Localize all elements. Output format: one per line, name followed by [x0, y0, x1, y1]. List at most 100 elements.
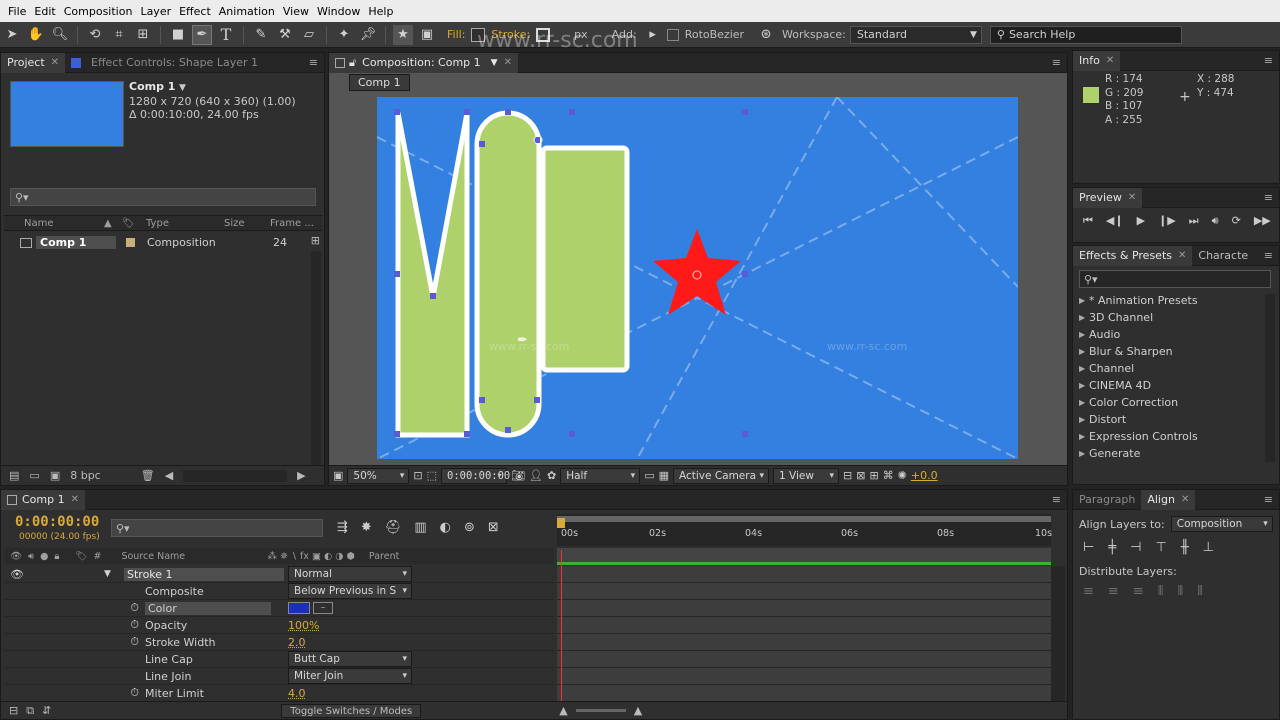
gamepad-icon[interactable]: ⊛ [756, 25, 776, 45]
track-area[interactable] [557, 566, 1051, 702]
effects-item[interactable]: ▶ CINEMA 4D [1079, 377, 1279, 394]
work-area-bar[interactable] [557, 516, 1051, 522]
property-row-stroke[interactable]: 👁︎ ▼ Stroke 1 Normal [4, 566, 554, 583]
project-item-comp1[interactable]: Comp 1 Composition 24 [4, 234, 309, 251]
close-icon[interactable]: ✕ [504, 57, 512, 68]
expand-triangle-icon[interactable]: ▶ [1079, 398, 1089, 407]
property-row-composite[interactable]: Composite Below Previous in S [4, 583, 554, 600]
rotobezier-checkbox[interactable] [666, 28, 679, 41]
show-snapshot-icon[interactable]: 👤︎ [529, 469, 543, 482]
tab-paragraph[interactable]: Paragraph [1073, 490, 1141, 510]
pan-behind-tool-icon[interactable]: ⊞ [133, 25, 153, 45]
col-name[interactable]: Name [4, 218, 104, 229]
menu-composition[interactable]: Composition [60, 5, 137, 18]
panel-menu-icon[interactable]: ≡ [1264, 191, 1273, 204]
first-frame-icon[interactable]: ⏮ [1083, 214, 1093, 228]
distribute-bottom-icon[interactable]: ≡ [1133, 584, 1144, 599]
comp-timecode[interactable]: 0:00:00:00 [441, 467, 510, 484]
menu-edit[interactable]: Edit [30, 5, 59, 18]
camera-tool-icon[interactable]: ⌗ [109, 25, 129, 45]
tab-project[interactable]: Project ✕ [1, 52, 66, 73]
distribute-top-icon[interactable]: ≡ [1083, 584, 1094, 599]
fast-preview-icon[interactable]: ⊠ [856, 469, 865, 482]
add-arrow-icon[interactable]: ▸ [643, 25, 663, 45]
zoom-in-icon[interactable]: ▲ [634, 704, 642, 717]
composite-dropdown[interactable]: Below Previous in S [288, 583, 412, 599]
stopwatch-icon[interactable]: ⏱︎ [4, 601, 145, 615]
interpret-footage-icon[interactable]: ▤ [9, 469, 19, 482]
expand-triangle-icon[interactable]: ▼ [104, 569, 124, 579]
effects-item[interactable]: ▶ * Animation Presets [1079, 292, 1279, 309]
tab-character[interactable]: Characte [1192, 246, 1254, 266]
tab-composition[interactable]: 🔓︎ Composition: Comp 1 ▼ ✕ [329, 52, 518, 73]
trash-icon[interactable]: 🗑︎ [141, 469, 155, 482]
close-icon[interactable]: ✕ [1181, 494, 1189, 505]
timeline-timecode[interactable]: 0:00:00:00 [15, 514, 99, 530]
region-icon[interactable]: ⬚ [427, 469, 437, 482]
col-size[interactable]: Size [224, 218, 270, 229]
comp-canvas[interactable]: www.rr-sc.com www.rr-sc.com [377, 97, 1018, 459]
stopwatch-icon[interactable]: ⏱︎ [4, 635, 145, 649]
snapshot-icon[interactable]: 📷︎ [511, 469, 525, 482]
fit-icon[interactable]: ⊡ [413, 469, 422, 482]
clone-stamp-tool-icon[interactable]: ⚒ [275, 25, 295, 45]
close-icon[interactable]: ✕ [1178, 250, 1186, 261]
property-row-stroke-width[interactable]: ⏱︎ Stroke Width 2.0 [4, 634, 554, 651]
miter-limit-value[interactable]: 4.0 [288, 687, 306, 700]
last-frame-icon[interactable]: ⏭ [1189, 214, 1199, 228]
solo-icon[interactable]: ● [40, 551, 48, 562]
tab-effect-controls[interactable]: Effect Controls: Shape Layer 1 [65, 53, 264, 73]
eraser-tool-icon[interactable]: ▱ [299, 25, 319, 45]
effects-item[interactable]: ▶ Audio [1079, 326, 1279, 343]
rectangle-tool-icon[interactable]: ■ [168, 25, 188, 45]
bpc-toggle[interactable]: 8 bpc [70, 469, 101, 482]
expand-triangle-icon[interactable]: ▶ [1079, 347, 1089, 356]
channel-icon[interactable]: ✿ [547, 469, 556, 482]
tab-timeline-comp1[interactable]: Comp 1 ✕ [1, 489, 85, 510]
stroke-width-value[interactable]: 2.0 [288, 636, 306, 649]
brainstorm-icon[interactable]: ⊠ [488, 520, 499, 535]
distribute-right-icon[interactable]: ⦀ [1197, 584, 1203, 599]
lock-icon[interactable]: 🔒︎ [54, 551, 59, 562]
expand-triangle-icon[interactable]: ▶ [1079, 381, 1089, 390]
loop-icon[interactable]: ⟳ [1232, 214, 1241, 228]
time-ruler[interactable]: 00s 02s 04s 06s 08s 10s [557, 514, 1052, 546]
selection-tool-icon[interactable]: ➤ [2, 25, 22, 45]
close-icon[interactable]: ✕ [71, 494, 79, 505]
timeline-scrollbar[interactable] [1051, 566, 1065, 702]
menu-view[interactable]: View [279, 5, 313, 18]
scroll-right-icon[interactable]: ▶ [297, 469, 305, 482]
playhead-icon[interactable] [557, 518, 565, 528]
align-right-icon[interactable]: ⊣ [1130, 540, 1141, 555]
tab-info[interactable]: Info ✕ [1073, 50, 1121, 71]
resolution-dropdown[interactable]: Half [560, 467, 641, 484]
timeline-search-input[interactable]: ⚲▾ [111, 519, 323, 537]
comp-sub-tab[interactable]: Comp 1 [349, 74, 410, 91]
distribute-vcenter-icon[interactable]: ≡ [1108, 584, 1119, 599]
property-row-line-cap[interactable]: Line Cap Butt Cap [4, 651, 554, 668]
audio-icon[interactable]: 🔊︎ [1212, 214, 1219, 228]
roto-brush-tool-icon[interactable]: ✦ [334, 25, 354, 45]
rotate-tool-icon[interactable]: ⟲ [85, 25, 105, 45]
hand-tool-icon[interactable]: ✋ [26, 25, 46, 45]
expand-triangle-icon[interactable]: ▶ [1079, 296, 1089, 305]
zoom-out-icon[interactable]: ▲ [559, 704, 567, 717]
timeline-icon[interactable]: ⊞ [869, 469, 878, 482]
blend-mode-dropdown[interactable]: Normal [288, 566, 412, 582]
zoom-slider[interactable] [575, 709, 626, 712]
toggle-pixel-aspect-icon[interactable]: ⊟ [843, 469, 852, 482]
stroke-color-swatch[interactable] [288, 602, 310, 614]
stopwatch-icon[interactable]: ⏱︎ [4, 618, 145, 632]
zoom-tool-icon[interactable]: 🔍︎ [50, 25, 70, 45]
new-folder-icon[interactable]: ▭ [29, 469, 39, 482]
eyedropper-icon[interactable]: ⎯ [313, 602, 333, 614]
lock-icon[interactable]: 🔓︎ [349, 56, 356, 70]
effects-item[interactable]: ▶ 3D Channel [1079, 309, 1279, 326]
next-frame-icon[interactable]: ❙▶ [1158, 214, 1176, 228]
panel-menu-icon[interactable]: ≡ [1052, 56, 1061, 69]
effects-item[interactable]: ▶ Channel [1079, 360, 1279, 377]
col-source-name[interactable]: Source Name [121, 551, 261, 562]
align-vcenter-icon[interactable]: ╫ [1181, 540, 1189, 555]
frame-blending-icon[interactable]: ▥ [414, 520, 426, 535]
tab-preview[interactable]: Preview ✕ [1073, 187, 1143, 208]
